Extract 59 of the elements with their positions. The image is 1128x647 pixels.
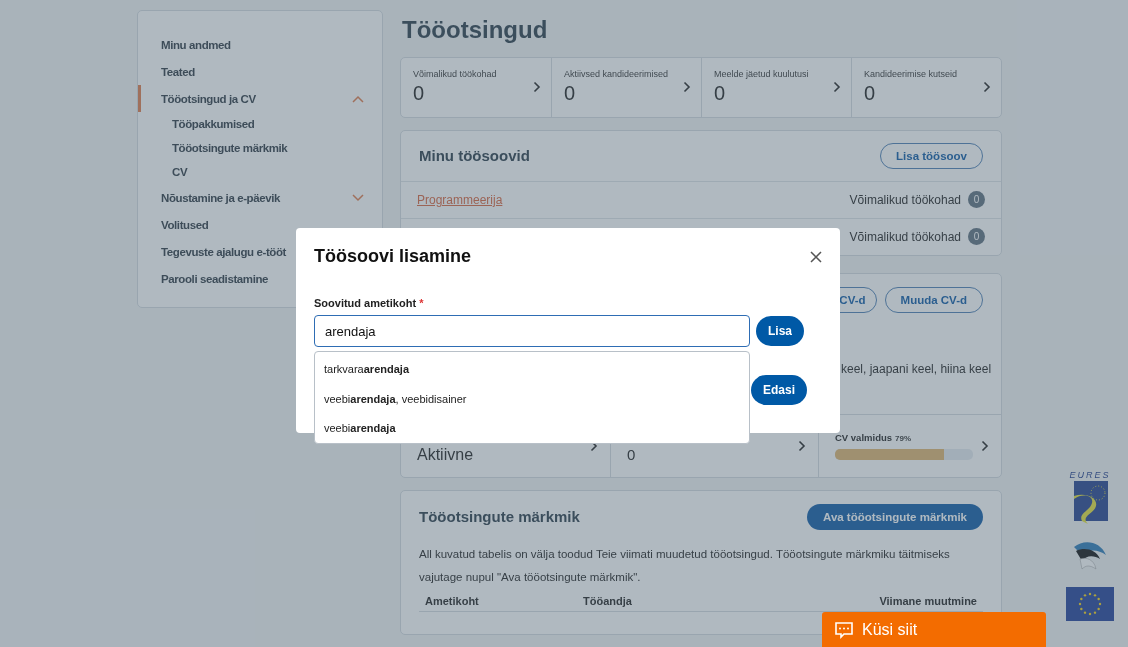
sidebar-item[interactable]: Minu andmed <box>138 31 382 58</box>
wish-label: Võimalikud töökohad <box>849 192 961 207</box>
chevron-right-icon <box>683 81 691 94</box>
sidebar-item[interactable]: Volitused <box>138 211 382 238</box>
cv-value: 0 <box>627 446 636 464</box>
sidebar-item[interactable]: Teated <box>138 58 382 85</box>
add-button[interactable]: Lisa <box>756 316 804 346</box>
chevron-right-icon <box>833 81 841 94</box>
wish-link[interactable]: Programmeerija <box>417 192 503 207</box>
job-input-field[interactable]: arendaja <box>314 315 750 347</box>
page-title: Tööotsingud <box>402 16 549 44</box>
languages-text: keel, jaapani keel, hiina keel <box>841 361 992 376</box>
chevron-right-icon <box>533 81 541 94</box>
stat-label: Võimalikud töökohad <box>413 69 497 80</box>
close-icon[interactable] <box>810 250 822 263</box>
open-notes-button[interactable]: Ava tööotsingute märkmik <box>807 503 983 530</box>
progress-reading: 79% <box>895 433 912 443</box>
sidebar-item[interactable]: Nõustamine ja e-päevik <box>138 184 382 211</box>
stat-tile[interactable]: Aktiivsed kandideerimised 0 <box>551 58 701 117</box>
card-title: Tööotsingute märkmik <box>419 508 580 526</box>
sidebar-subitem[interactable]: CV <box>138 160 382 184</box>
suggestion-item[interactable]: tarkvaraarendaja <box>315 354 749 384</box>
stat-label: Aktiivsed kandideerimised <box>564 69 669 80</box>
stat-tile[interactable]: Kandideerimise kutseid 0 <box>851 58 1001 117</box>
stat-value: 0 <box>714 82 727 106</box>
stat-label: Meelde jäetud kuulutusi <box>714 69 809 80</box>
chevron-right-icon <box>798 439 806 452</box>
stat-value: 0 <box>864 82 877 106</box>
chat-icon <box>834 620 854 639</box>
field-label: Soovitud ametikoht * <box>314 297 425 309</box>
column-header: Viimane muutmine <box>878 594 977 607</box>
chat-button[interactable]: Küsi siit <box>822 612 1046 647</box>
cv-value: Aktiivne <box>417 445 474 464</box>
count-badge: 0 <box>968 191 985 209</box>
sidebar-subitem[interactable]: Tööpakkumised <box>138 112 382 136</box>
wish-label: Võimalikud töökohad <box>849 229 961 244</box>
stat-value: 0 <box>413 82 426 106</box>
dialog-title: Töösoovi lisamine <box>314 246 472 267</box>
sidebar-subitem[interactable]: Tööotsingute märkmik <box>138 136 382 160</box>
chevron-right-icon <box>983 81 991 94</box>
next-button[interactable]: Edasi <box>751 375 807 405</box>
add-wish-button[interactable]: Lisa töösoov <box>880 142 983 169</box>
notes-text: All kuvatud tabelis on välja toodud Teie viimati muudetud tööotsingud. Tööotsingute märkmiku täitmiseks vajutage nupul "Ava tööotsingute märkmik". <box>418 546 951 585</box>
column-header: Ametikoht <box>425 594 480 607</box>
cv-button[interactable]: Muuda CV-d <box>884 286 983 313</box>
card-title: Minu töösoovid <box>419 147 530 165</box>
eu-flag-logo <box>1066 587 1114 621</box>
suggestion-item[interactable]: veebiarendaja, veebidisainer <box>315 383 749 414</box>
stat-label: Kandideerimise kutseid <box>864 69 958 80</box>
chevron-up-icon[interactable] <box>352 94 364 103</box>
progress-label: CV valmidus <box>835 431 893 443</box>
stat-tile[interactable]: Võimalikud töökohad 0 <box>401 58 551 117</box>
chevron-right-icon <box>981 439 989 452</box>
sidebar-item[interactable]: Tööotsingud ja CV <box>138 85 382 112</box>
count-badge: 0 <box>968 228 985 246</box>
chevron-down-icon[interactable] <box>352 193 364 202</box>
column-header: Tööandja <box>583 594 633 607</box>
stat-value: 0 <box>564 82 577 106</box>
stat-tile[interactable]: Meelde jäetud kuulutusi 0 <box>701 58 851 117</box>
